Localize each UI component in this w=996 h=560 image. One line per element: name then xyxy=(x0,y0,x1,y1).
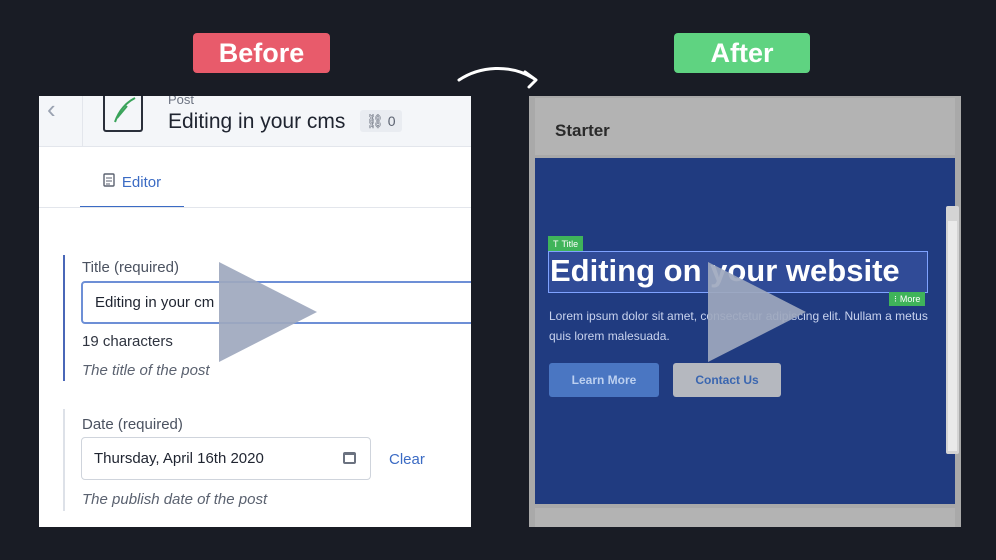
back-chevron-icon[interactable]: ‹ xyxy=(47,96,65,124)
title-tag-label: Title xyxy=(561,238,579,249)
more-tag-icon: ⁝ xyxy=(894,293,897,304)
title-tag-icon: T xyxy=(553,238,559,249)
date-field-indicator xyxy=(63,409,65,511)
link-count-badge[interactable]: ⛓ 0 xyxy=(360,110,402,132)
document-title: Editing in your cms xyxy=(168,110,346,133)
site-footer-strip xyxy=(535,508,955,527)
document-icon xyxy=(103,173,115,191)
feather-icon xyxy=(103,96,143,132)
scrollbar-thumb[interactable] xyxy=(948,221,957,451)
site-navbar: Starter xyxy=(535,98,955,155)
more-tag-label: More xyxy=(899,294,921,304)
arrow-icon xyxy=(457,67,538,89)
calendar-icon[interactable] xyxy=(343,452,356,464)
tab-editor[interactable]: Editor xyxy=(80,158,184,208)
title-field-indicator xyxy=(63,255,65,381)
play-icon[interactable] xyxy=(219,262,317,362)
learn-more-button[interactable]: Learn More xyxy=(549,363,659,397)
cms-header: ‹ Post Editing in your cms ⛓ 0 xyxy=(39,96,471,147)
clear-date-button[interactable]: Clear xyxy=(389,451,425,468)
link-count: 0 xyxy=(387,113,396,129)
document-type: Post xyxy=(168,96,195,107)
date-help-text: The publish date of the post xyxy=(82,491,268,508)
date-field-label: Date (required) xyxy=(82,416,183,433)
tab-divider xyxy=(39,207,471,208)
contact-us-button[interactable]: Contact Us xyxy=(673,363,781,397)
date-input[interactable]: Thursday, April 16th 2020 xyxy=(81,437,371,480)
title-field-label: Title (required) xyxy=(82,259,179,276)
tab-editor-label: Editor xyxy=(121,173,162,191)
more-field-tag[interactable]: ⁝ More xyxy=(889,292,926,306)
header-divider xyxy=(82,96,83,146)
play-icon[interactable] xyxy=(708,262,806,362)
character-count: 19 characters xyxy=(82,333,173,350)
before-label: Before xyxy=(193,33,330,73)
site-brand[interactable]: Starter xyxy=(555,121,610,141)
link-icon: ⛓ xyxy=(366,112,384,129)
title-help-text: The title of the post xyxy=(82,362,210,379)
after-label: After xyxy=(674,33,810,73)
title-field-tag[interactable]: T Title xyxy=(548,236,584,251)
